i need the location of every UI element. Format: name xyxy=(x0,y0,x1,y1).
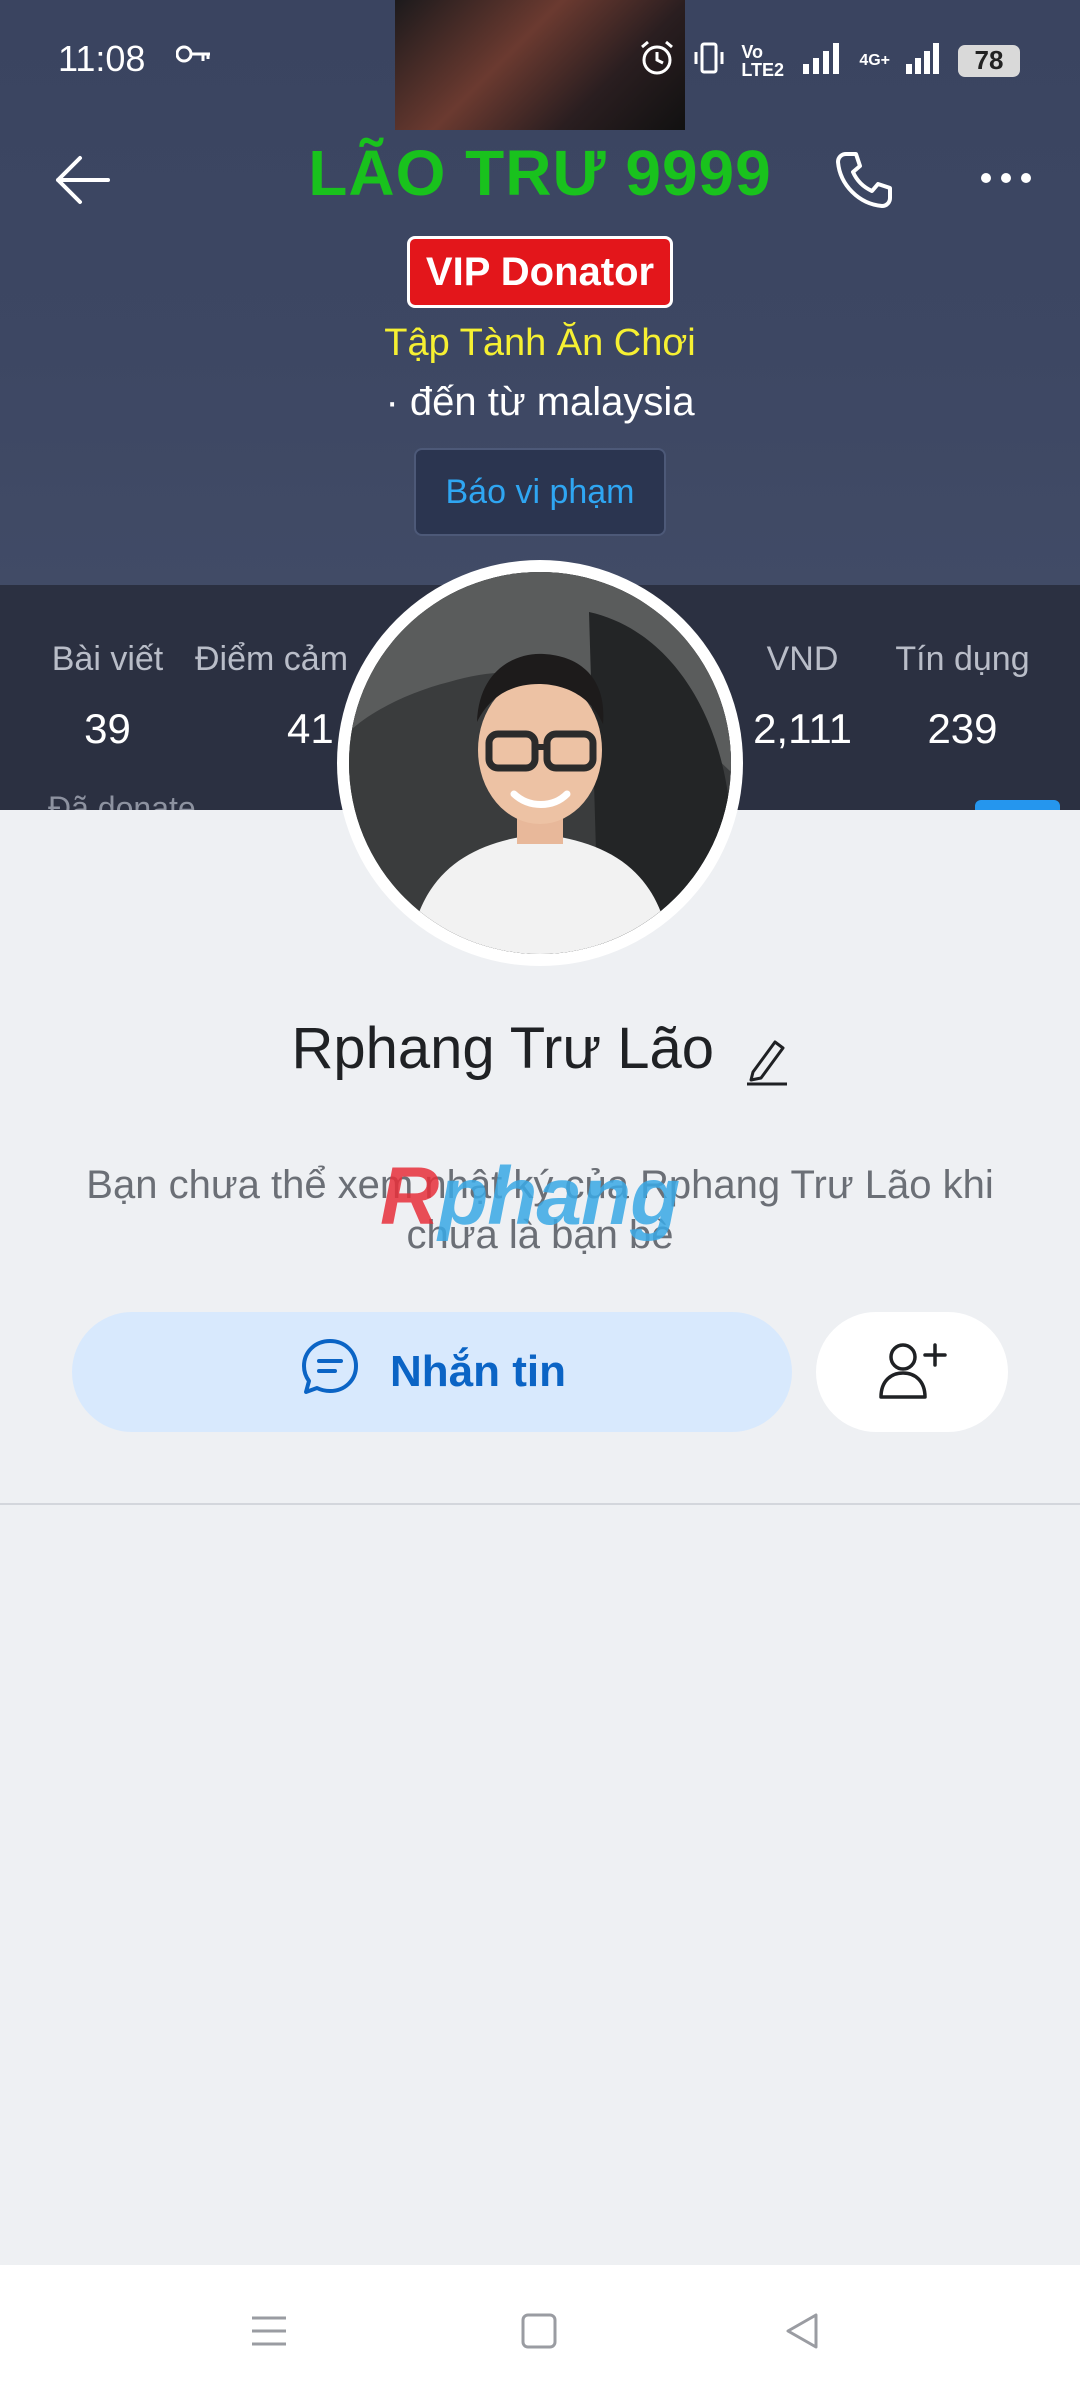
signal-icon xyxy=(801,40,845,81)
signal-icon-2 xyxy=(904,40,944,81)
stat-value: 39 xyxy=(84,705,131,752)
battery-indicator: 78 xyxy=(958,44,1020,77)
watermark-logo: Rphang xyxy=(380,1151,680,1242)
page-title: LÃO TRƯ 9999 xyxy=(308,137,772,209)
message-button[interactable]: Nhắn tin xyxy=(72,1312,792,1432)
section-divider xyxy=(0,1503,1080,1505)
status-time: 11:08 xyxy=(58,38,146,79)
signal-4g-label: 4G+ xyxy=(859,51,890,69)
stat-label: Điểm cảm xyxy=(195,640,349,678)
more-icon[interactable] xyxy=(976,158,1036,198)
stat-value: 239 xyxy=(927,705,998,752)
profile-name: Rphang Trư Lão xyxy=(291,1016,715,1081)
avatar[interactable] xyxy=(337,560,743,966)
stat-vnd[interactable]: VND 2,111 xyxy=(740,640,865,753)
add-friend-button[interactable] xyxy=(816,1312,1008,1432)
menu-icon[interactable] xyxy=(248,2310,290,2357)
origin-text: · đến từ malaysia xyxy=(385,380,695,424)
stat-label: Bài viết xyxy=(51,640,164,678)
stat-credit[interactable]: Tín dụng 239 xyxy=(885,640,1040,753)
vibrate-icon xyxy=(691,40,727,81)
avatar-photo xyxy=(349,572,731,954)
add-friend-icon xyxy=(877,1339,947,1406)
stat-value: 2,111 xyxy=(753,705,852,752)
key-icon xyxy=(175,44,212,69)
stat-posts[interactable]: Bài viết 39 xyxy=(40,640,175,753)
alarm-icon xyxy=(637,38,677,83)
report-button[interactable]: Báo vi phạm xyxy=(414,448,666,536)
vip-badge: VIP Donator xyxy=(407,236,673,308)
stat-label: Tín dụng xyxy=(895,640,1030,678)
profile-name-row: Rphang Trư Lão xyxy=(0,1015,1080,1091)
status-bar: 11:08 Vo LTE2 4G+ 78 xyxy=(0,0,1080,125)
network-label: Vo LTE2 xyxy=(741,41,784,80)
stat-label: VND xyxy=(766,640,839,678)
chat-icon xyxy=(298,1335,362,1410)
edit-pencil-icon[interactable] xyxy=(745,1036,789,1091)
system-icons: Vo LTE2 4G+ 78 xyxy=(637,38,1020,83)
phone-icon[interactable] xyxy=(832,148,896,212)
home-icon[interactable] xyxy=(518,2310,560,2357)
message-button-label: Nhắn tin xyxy=(390,1347,566,1396)
tagline: Tập Tành Ăn Chơi xyxy=(384,322,696,364)
back-triangle-icon[interactable] xyxy=(782,2310,824,2357)
